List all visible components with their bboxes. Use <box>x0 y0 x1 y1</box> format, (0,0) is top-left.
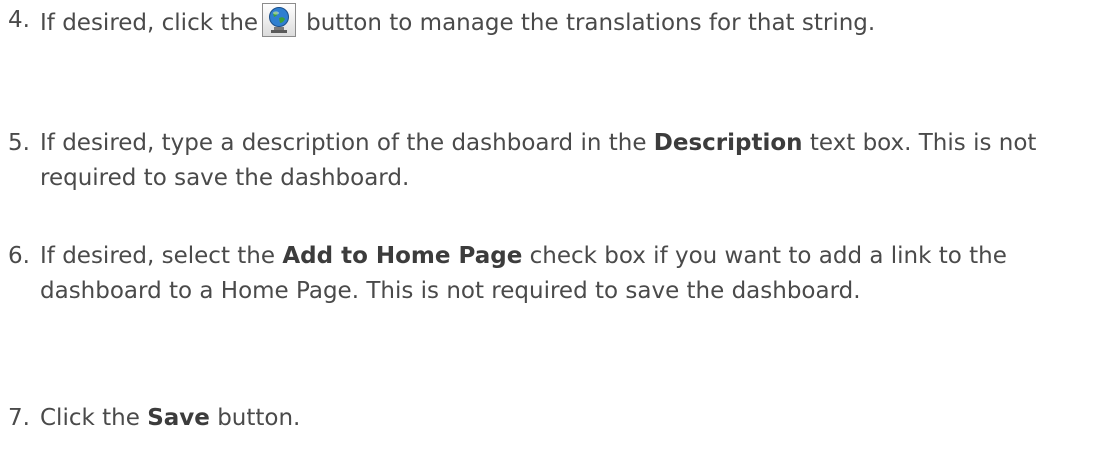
step-text: If desired, click the button to manage t… <box>40 3 1085 41</box>
ui-term: Add to Home Page <box>282 243 523 269</box>
globe-translation-icon <box>262 3 297 37</box>
step-number: 4. <box>8 7 30 33</box>
step-text-before: Click the <box>40 405 140 431</box>
step-text-after: button to manage the translations for th… <box>306 10 876 36</box>
step-text-after: button. <box>217 405 301 431</box>
ui-term: Description <box>653 130 803 156</box>
step-number: 7. <box>8 405 30 431</box>
step-text-before: If desired, click the <box>40 10 259 36</box>
step-text: Click the Save button. <box>40 401 1085 436</box>
step-number: 6. <box>8 243 30 269</box>
step-number: 5. <box>8 130 30 156</box>
step-text: If desired, select the Add to Home Page … <box>40 239 1085 309</box>
step-text: If desired, type a description of the da… <box>40 126 1085 196</box>
ui-term: Save <box>147 405 210 431</box>
step-text-before: If desired, type a description of the da… <box>40 130 647 156</box>
step-text-before: If desired, select the <box>40 243 276 269</box>
